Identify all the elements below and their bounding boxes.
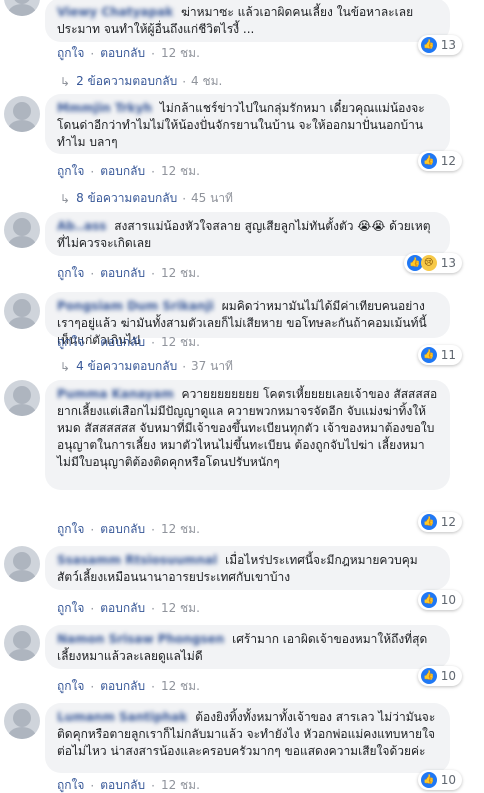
reaction-count[interactable]: 👍 11: [417, 345, 462, 365]
replies-count[interactable]: 4 ข้อความตอบกลับ: [76, 357, 177, 376]
comment-bubble: Viewy Chatyapak ฆ่าหมาซะ แล้วเอาผิดคนเลี…: [45, 0, 450, 42]
comment-bubble: Ssasamm Rtsiosuumnal เมื่อไหร่ประเทศนี้จ…: [45, 546, 450, 590]
comment-actions: ถูกใจ · ตอบกลับ · 12 ชม.: [57, 333, 200, 352]
like-reaction-icon: 👍: [420, 772, 437, 788]
reaction-count[interactable]: 👍 12: [417, 151, 462, 171]
replies-time: 45 นาที: [191, 191, 233, 205]
like-link[interactable]: ถูกใจ: [57, 264, 84, 283]
reaction-count[interactable]: 👍 10: [417, 666, 462, 686]
like-reaction-icon: 👍: [420, 592, 437, 608]
comment-author[interactable]: Pongsiam Dum Srikanji: [57, 299, 214, 313]
like-link[interactable]: ถูกใจ: [57, 776, 84, 793]
replies-time: 37 นาที: [191, 359, 233, 373]
comment-time[interactable]: 12 ชม.: [161, 333, 200, 352]
comment-author[interactable]: Lumanm Santiphak: [57, 710, 187, 724]
like-link[interactable]: ถูกใจ: [57, 677, 84, 696]
comment-time[interactable]: 12 ชม.: [161, 599, 200, 618]
avatar[interactable]: [4, 0, 40, 16]
reply-link[interactable]: ตอบกลับ: [100, 162, 145, 181]
comment-actions: ถูกใจ · ตอบกลับ · 12 ชม.: [57, 776, 200, 793]
reply-arrow-icon: ↳: [60, 359, 71, 374]
comment-actions: ถูกใจ · ตอบกลับ · 12 ชม.: [57, 162, 200, 181]
reply-link[interactable]: ตอบกลับ: [100, 264, 145, 283]
sad-reaction-icon: 😢: [420, 255, 437, 271]
avatar[interactable]: [4, 380, 40, 416]
like-reaction-icon: 👍: [420, 347, 437, 363]
avatar[interactable]: [4, 546, 40, 582]
like-link[interactable]: ถูกใจ: [57, 44, 84, 63]
comment-bubble: Pongsiam Dum Srikanji ผมคิดว่าหมามันไม่ไ…: [45, 292, 450, 347]
reply-link[interactable]: ตอบกลับ: [100, 599, 145, 618]
like-reaction-icon: 👍: [420, 668, 437, 684]
comment-author[interactable]: Mmmjin Trkyh: [57, 101, 152, 115]
avatar[interactable]: [4, 703, 40, 739]
avatar[interactable]: [4, 212, 40, 248]
comment-actions: ถูกใจ · ตอบกลับ · 12 ชม.: [57, 677, 200, 696]
reaction-count[interactable]: 👍 13: [417, 35, 462, 55]
comment-time[interactable]: 12 ชม.: [161, 776, 200, 793]
reaction-count[interactable]: 👍 10: [417, 590, 462, 610]
comment-actions: ถูกใจ · ตอบกลับ · 12 ชม.: [57, 44, 200, 63]
comment-author[interactable]: Ab..ass: [57, 219, 106, 233]
avatar[interactable]: [4, 293, 40, 329]
avatar[interactable]: [4, 625, 40, 661]
reply-link[interactable]: ตอบกลับ: [100, 333, 145, 352]
comment-text: สงสารแม่น้องหัวใจสลาย สูญเสียลูกไม่ทันตั…: [57, 219, 431, 250]
reaction-count[interactable]: 👍 😢 13: [403, 253, 462, 273]
comment-author[interactable]: Namon Srisaw Phongsen: [57, 632, 224, 646]
comment-author[interactable]: Pumma Kanayam: [57, 387, 174, 401]
comment-bubble: Mmmjin Trkyh ไม่กล้าแชร์ข่าวไปในกลุ่มรัก…: [45, 94, 450, 154]
like-link[interactable]: ถูกใจ: [57, 333, 84, 352]
view-replies-link[interactable]: ↳ 2 ข้อความตอบกลับ · 4 ชม.: [60, 72, 222, 91]
avatar[interactable]: [4, 96, 40, 132]
like-reaction-icon: 👍: [420, 37, 437, 53]
comment-bubble: Namon Srisaw Phongsen เศร้ามาก เอาผิดเจ้…: [45, 625, 450, 669]
view-replies-link[interactable]: ↳ 4 ข้อความตอบกลับ · 37 นาที: [60, 357, 233, 376]
replies-time: 4 ชม.: [191, 74, 223, 88]
view-replies-link[interactable]: ↳ 8 ข้อความตอบกลับ · 45 นาที: [60, 189, 233, 208]
like-link[interactable]: ถูกใจ: [57, 520, 84, 539]
comment-bubble: Pumma Kanayam ควายยยยยยยย โคตรเหี้ยยยยเล…: [45, 380, 450, 490]
comment-actions: ถูกใจ · ตอบกลับ · 12 ชม.: [57, 520, 200, 539]
comment-bubble: Lumanm Santiphak ต้องยิงทิ้งทั้งหมาทั้งเ…: [45, 703, 450, 773]
like-reaction-icon: 👍: [420, 514, 437, 530]
reply-arrow-icon: ↳: [60, 191, 71, 206]
comment-time[interactable]: 12 ชม.: [161, 677, 200, 696]
comment-time[interactable]: 12 ชม.: [161, 264, 200, 283]
replies-count[interactable]: 2 ข้อความตอบกลับ: [76, 72, 177, 91]
comment-actions: ถูกใจ · ตอบกลับ · 12 ชม.: [57, 264, 200, 283]
comment-author[interactable]: Viewy Chatyapak: [57, 5, 173, 19]
reaction-count[interactable]: 👍 10: [417, 770, 462, 790]
comment-time[interactable]: 12 ชม.: [161, 520, 200, 539]
comment-author[interactable]: Ssasamm Rtsiosuumnal: [57, 553, 217, 567]
comment-time[interactable]: 12 ชม.: [161, 44, 200, 63]
like-link[interactable]: ถูกใจ: [57, 599, 84, 618]
reply-link[interactable]: ตอบกลับ: [100, 677, 145, 696]
reply-arrow-icon: ↳: [60, 74, 71, 89]
reply-link[interactable]: ตอบกลับ: [100, 520, 145, 539]
replies-count[interactable]: 8 ข้อความตอบกลับ: [76, 189, 177, 208]
reply-link[interactable]: ตอบกลับ: [100, 44, 145, 63]
comment-time[interactable]: 12 ชม.: [161, 162, 200, 181]
reaction-count[interactable]: 👍 12: [417, 512, 462, 532]
comment-actions: ถูกใจ · ตอบกลับ · 12 ชม.: [57, 599, 200, 618]
like-reaction-icon: 👍: [420, 153, 437, 169]
like-link[interactable]: ถูกใจ: [57, 162, 84, 181]
reply-link[interactable]: ตอบกลับ: [100, 776, 145, 793]
comment-bubble: Ab..ass สงสารแม่น้องหัวใจสลาย สูญเสียลูก…: [45, 212, 450, 256]
